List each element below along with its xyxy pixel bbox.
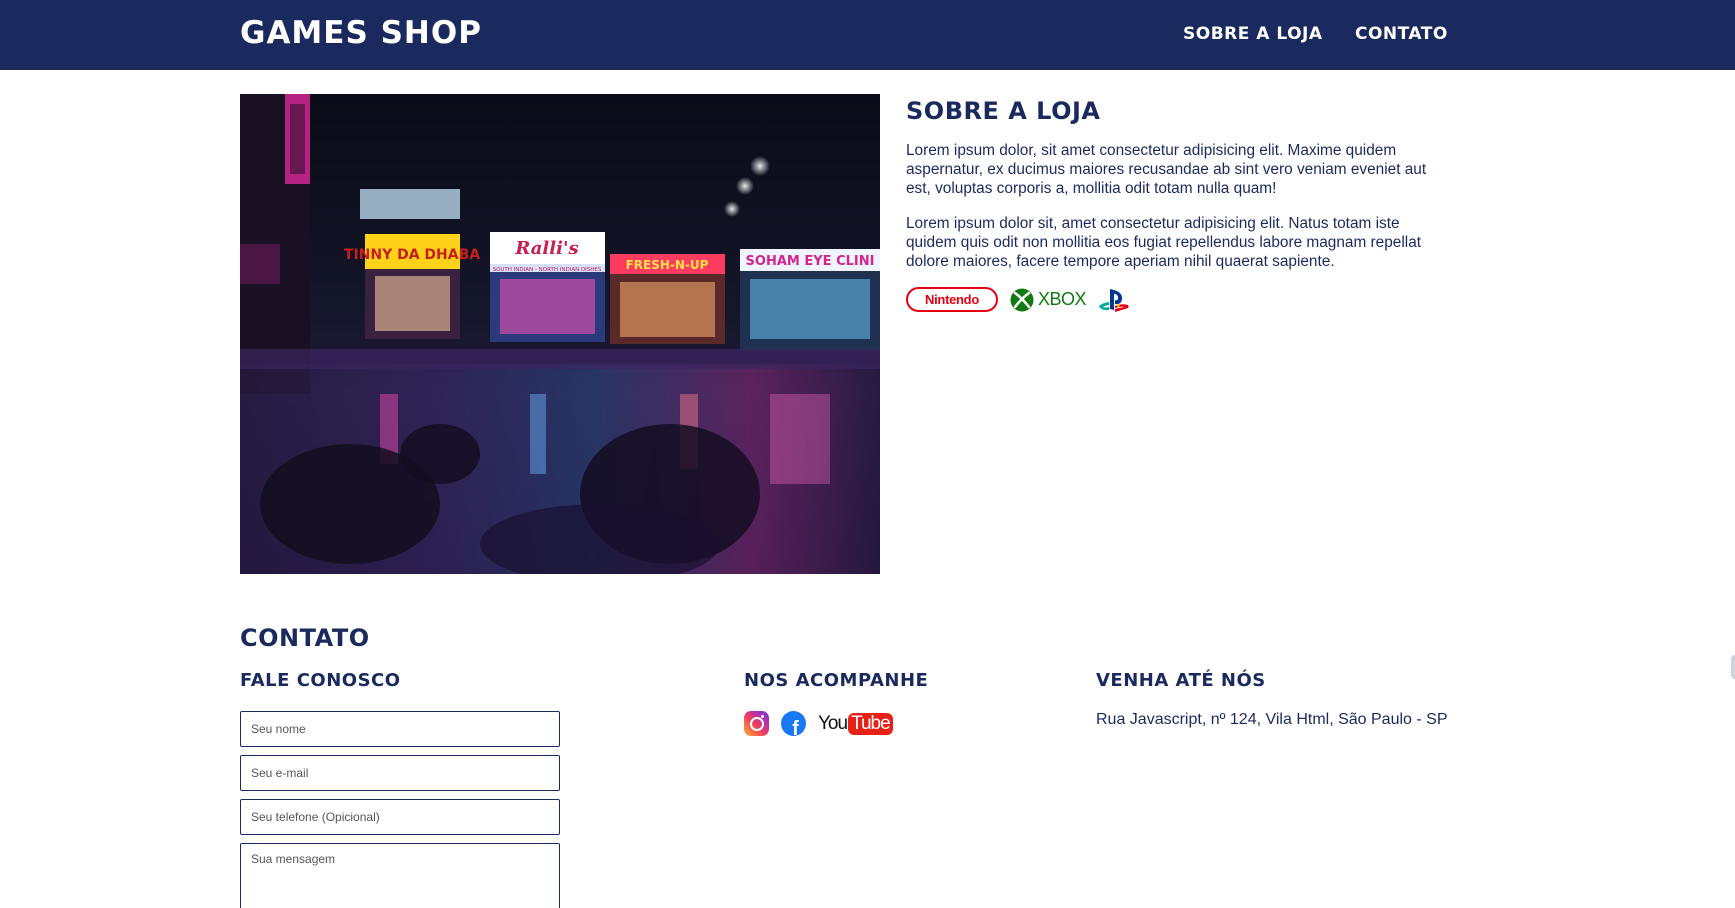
message-textarea[interactable] <box>240 843 560 908</box>
xbox-icon <box>1010 288 1034 311</box>
about-heading: SOBRE A LOJA <box>906 97 1101 125</box>
nav-link-contato[interactable]: CONTATO <box>1355 24 1448 44</box>
youtube-icon[interactable]: You Tube <box>818 712 893 735</box>
contact-form-heading: FALE CONOSCO <box>240 670 401 691</box>
nintendo-logo: Nintendo <box>906 287 998 312</box>
youtube-you-text: You <box>818 712 848 734</box>
sign-eye-clinic: SOHAM EYE CLINI <box>746 254 875 269</box>
xbox-wordmark: XBOX <box>1038 289 1087 309</box>
store-photo: TINNY DA DHABA Ralli's SOUTH INDIAN - NO… <box>240 94 880 574</box>
xbox-logo: XBOX <box>1010 288 1087 312</box>
facebook-icon[interactable]: f <box>781 711 806 736</box>
facebook-glyph: f <box>792 718 799 736</box>
night-street-image: TINNY DA DHABA Ralli's SOUTH INDIAN - NO… <box>240 94 880 574</box>
platform-logos: Nintendo XBOX <box>906 286 1130 313</box>
email-input[interactable] <box>240 755 560 791</box>
store-address: Rua Javascript, nº 124, Vila Html, São P… <box>1096 711 1448 728</box>
phone-input[interactable] <box>240 799 560 835</box>
youtube-tube-text: Tube <box>848 712 893 735</box>
sign-fresh-n-up: FRESH-N-UP <box>626 258 709 272</box>
nintendo-wordmark: Nintendo <box>925 292 979 307</box>
name-input[interactable] <box>240 711 560 747</box>
about-paragraph-2: Lorem ipsum dolor sit, amet consectetur … <box>906 215 1422 270</box>
nav-link-sobre-a-loja[interactable]: SOBRE A LOJA <box>1183 24 1323 44</box>
page-edge-tab <box>1731 655 1735 679</box>
contact-heading: CONTATO <box>240 624 370 652</box>
top-navbar: GAMES SHOP SOBRE A LOJA CONTATO <box>0 0 1735 70</box>
sign-dhaba: TINNY DA DHABA <box>344 247 480 263</box>
social-links: f You Tube <box>744 711 893 736</box>
site-logo[interactable]: GAMES SHOP <box>240 15 482 51</box>
location-heading: VENHA ATÉ NÓS <box>1096 670 1266 691</box>
about-paragraph-1: Lorem ipsum dolor, sit amet consectetur … <box>906 142 1427 197</box>
sign-rallis: Ralli's <box>514 238 578 259</box>
social-heading: NOS ACOMPANHE <box>744 670 929 691</box>
playstation-icon <box>1099 288 1129 312</box>
instagram-icon[interactable] <box>744 711 769 736</box>
